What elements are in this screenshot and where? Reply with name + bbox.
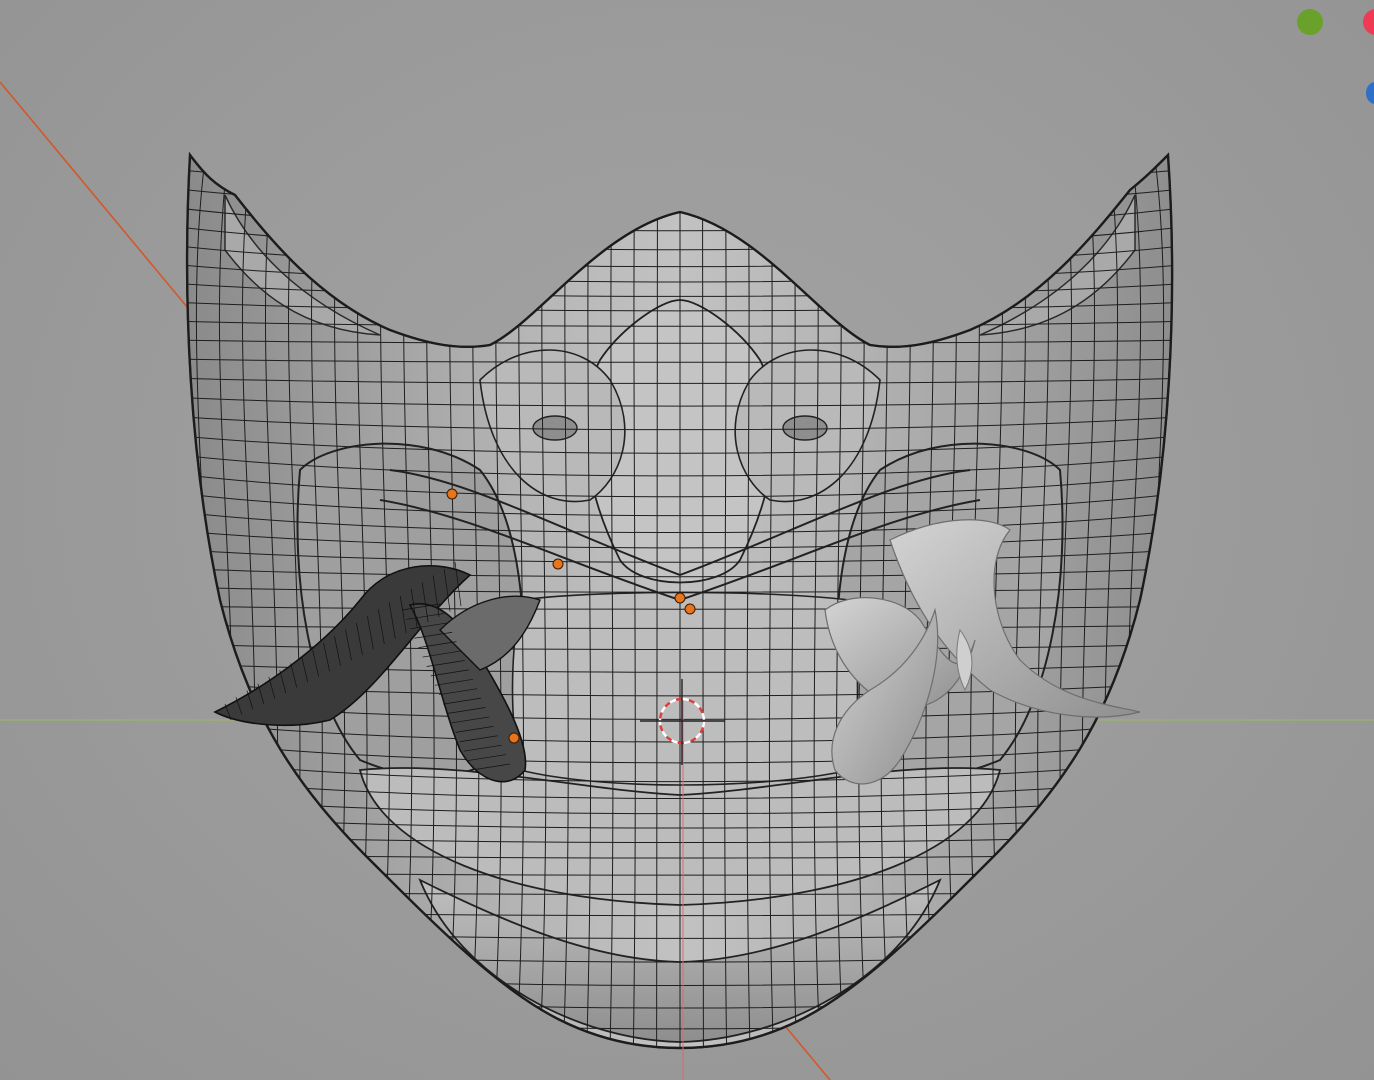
viewport-scene[interactable]	[0, 0, 1374, 1080]
wire-edge	[1171, 155, 1173, 1048]
wire-edge	[187, 155, 1173, 164]
teeth	[511, 591, 859, 786]
3d-viewport[interactable]	[0, 0, 1374, 1080]
wire-edge	[170, 1062, 1190, 1080]
selected-vertex	[674, 592, 686, 604]
gizmo-y-axis-icon[interactable]	[1297, 9, 1323, 35]
wire-edge	[187, 155, 189, 1048]
selected-vertex	[508, 732, 520, 744]
wire-edge	[187, 168, 1173, 188]
selected-vertex	[446, 488, 458, 500]
selected-vertex	[552, 558, 564, 570]
mask-mesh[interactable]	[165, 140, 1195, 1080]
wire-edge	[187, 187, 1173, 211]
selected-vertex	[684, 603, 696, 615]
